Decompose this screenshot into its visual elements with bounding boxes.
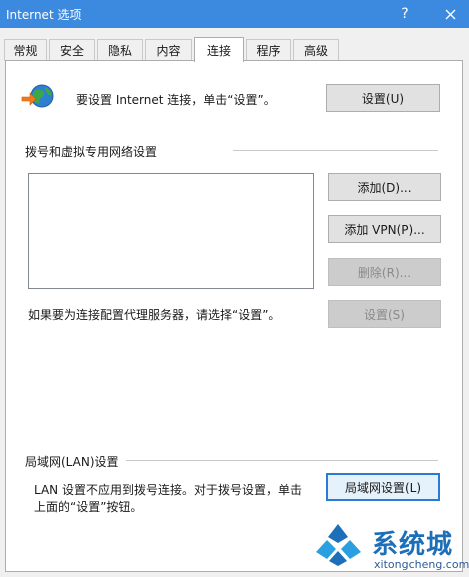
lan-info-line2: 上面的“设置”按钮。 bbox=[34, 500, 143, 514]
lan-divider bbox=[126, 460, 438, 461]
watermark-text: 系统城 bbox=[372, 530, 454, 560]
tab-privacy[interactable]: 隐私 bbox=[97, 39, 143, 61]
lan-info-line1: LAN 设置不应用到拨号连接。对于拨号设置，单击 bbox=[34, 483, 302, 497]
watermark-url: xitongcheng.com bbox=[374, 558, 469, 571]
dialup-divider bbox=[233, 150, 438, 151]
setup-instruction: 要设置 Internet 连接，单击“设置”。 bbox=[76, 93, 276, 107]
close-icon bbox=[445, 9, 455, 19]
tab-advanced[interactable]: 高级 bbox=[293, 39, 339, 61]
lan-settings-button[interactable]: 局域网设置(L) bbox=[326, 473, 440, 501]
setup-button[interactable]: 设置(U) bbox=[326, 84, 440, 112]
add-button[interactable]: 添加(D)... bbox=[328, 173, 441, 201]
xitongcheng-logo-icon bbox=[316, 524, 361, 566]
dialup-heading: 拨号和虚拟专用网络设置 bbox=[25, 145, 158, 159]
lan-heading: 局域网(LAN)设置 bbox=[25, 455, 119, 469]
tab-content[interactable]: 内容 bbox=[145, 39, 192, 61]
help-button[interactable]: ? bbox=[385, 0, 425, 28]
window-title: Internet 选项 bbox=[6, 8, 82, 22]
remove-button[interactable]: 删除(R)... bbox=[328, 258, 441, 286]
tab-general[interactable]: 常规 bbox=[4, 39, 47, 61]
proxy-instruction: 如果要为连接配置代理服务器，请选择“设置”。 bbox=[28, 308, 281, 322]
tab-strip: 常规 安全 隐私 内容 连接 程序 高级 bbox=[4, 37, 464, 62]
close-button[interactable] bbox=[430, 0, 469, 28]
tab-programs[interactable]: 程序 bbox=[246, 39, 291, 61]
tab-connections[interactable]: 连接 bbox=[194, 37, 244, 62]
connections-list[interactable] bbox=[28, 173, 314, 289]
add-vpn-button[interactable]: 添加 VPN(P)... bbox=[328, 215, 441, 243]
globe-connect-icon bbox=[21, 84, 54, 108]
dialup-settings-button[interactable]: 设置(S) bbox=[328, 300, 441, 328]
tab-security[interactable]: 安全 bbox=[49, 39, 95, 61]
title-bar: Internet 选项 ? bbox=[0, 0, 469, 28]
